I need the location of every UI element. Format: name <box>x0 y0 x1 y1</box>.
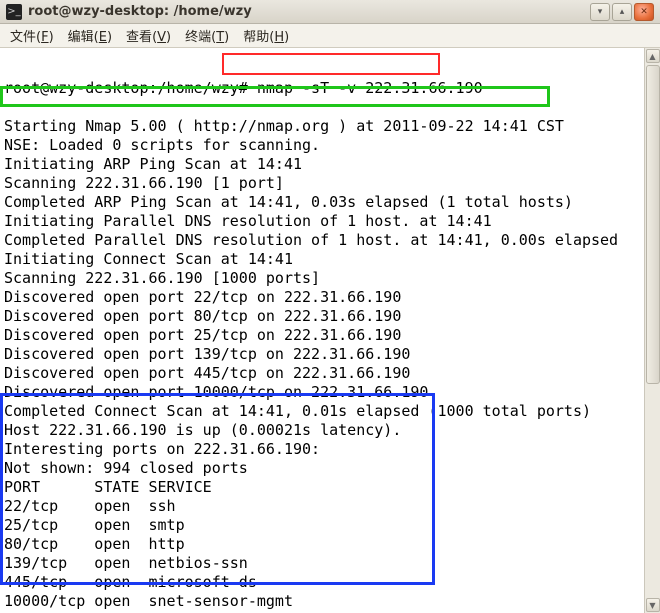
window-title: root@wzy-desktop: /home/wzy <box>28 4 590 19</box>
out-line: Interesting ports on 222.31.66.190: <box>4 440 320 458</box>
out-line: Completed Parallel DNS resolution of 1 h… <box>4 231 618 249</box>
out-line: Discovered open port 10000/tcp on 222.31… <box>4 383 428 401</box>
out-line: 139/tcp open netbios-ssn <box>4 554 248 572</box>
out-line: Initiating Parallel DNS resolution of 1 … <box>4 212 492 230</box>
out-line: 25/tcp open smtp <box>4 516 185 534</box>
minimize-button[interactable]: ▾ <box>590 3 610 21</box>
menubar: 文件(F) 编辑(E) 查看(V) 终端(T) 帮助(H) <box>0 24 660 48</box>
out-line: Host 222.31.66.190 is up (0.00021s laten… <box>4 421 401 439</box>
menu-terminal[interactable]: 终端(T) <box>179 24 235 47</box>
vertical-scrollbar: ▲ ▼ <box>644 48 660 613</box>
menu-edit[interactable]: 编辑(E) <box>62 24 118 47</box>
out-line: Completed ARP Ping Scan at 14:41, 0.03s … <box>4 193 573 211</box>
out-line: Initiating Connect Scan at 14:41 <box>4 250 293 268</box>
out-line: NSE: Loaded 0 scripts for scanning. <box>4 136 320 154</box>
out-line: Completed Connect Scan at 14:41, 0.01s e… <box>4 402 591 420</box>
window-titlebar: >_ root@wzy-desktop: /home/wzy ▾ ▴ ✕ <box>0 0 660 24</box>
out-line: Starting Nmap 5.00 ( http://nmap.org ) a… <box>4 117 564 135</box>
close-button[interactable]: ✕ <box>634 3 654 21</box>
scroll-up-button[interactable]: ▲ <box>646 49 660 63</box>
out-line: Scanning 222.31.66.190 [1000 ports] <box>4 269 320 287</box>
out-line: 445/tcp open microsoft-ds <box>4 573 257 591</box>
out-line: Discovered open port 80/tcp on 222.31.66… <box>4 307 401 325</box>
out-line: Discovered open port 139/tcp on 222.31.6… <box>4 345 410 363</box>
maximize-button[interactable]: ▴ <box>612 3 632 21</box>
scroll-thumb[interactable] <box>646 65 660 384</box>
terminal-icon: >_ <box>6 4 22 20</box>
out-line: 22/tcp open ssh <box>4 497 176 515</box>
annotation-command-box <box>222 53 440 75</box>
menu-file[interactable]: 文件(F) <box>4 24 60 47</box>
menu-help[interactable]: 帮助(H) <box>237 24 295 47</box>
scroll-down-button[interactable]: ▼ <box>646 598 660 612</box>
window-buttons: ▾ ▴ ✕ <box>590 3 654 21</box>
command-text: nmap -sT -v 222.31.66.190 <box>257 79 483 97</box>
out-line: Discovered open port 25/tcp on 222.31.66… <box>4 326 401 344</box>
out-line: 10000/tcp open snet-sensor-mgmt <box>4 592 293 610</box>
out-line: Initiating ARP Ping Scan at 14:41 <box>4 155 302 173</box>
out-line: Discovered open port 445/tcp on 222.31.6… <box>4 364 410 382</box>
menu-view[interactable]: 查看(V) <box>120 24 177 47</box>
out-line: PORT STATE SERVICE <box>4 478 212 496</box>
out-line: Scanning 222.31.66.190 [1 port] <box>4 174 284 192</box>
prompt: root@wzy-desktop:/home/wzy# <box>4 79 257 97</box>
out-line: Not shown: 994 closed ports <box>4 459 248 477</box>
out-line: 80/tcp open http <box>4 535 185 553</box>
scroll-track[interactable] <box>646 65 660 596</box>
out-line: Discovered open port 22/tcp on 222.31.66… <box>4 288 401 306</box>
terminal-output[interactable]: root@wzy-desktop:/home/wzy# nmap -sT -v … <box>0 48 644 613</box>
